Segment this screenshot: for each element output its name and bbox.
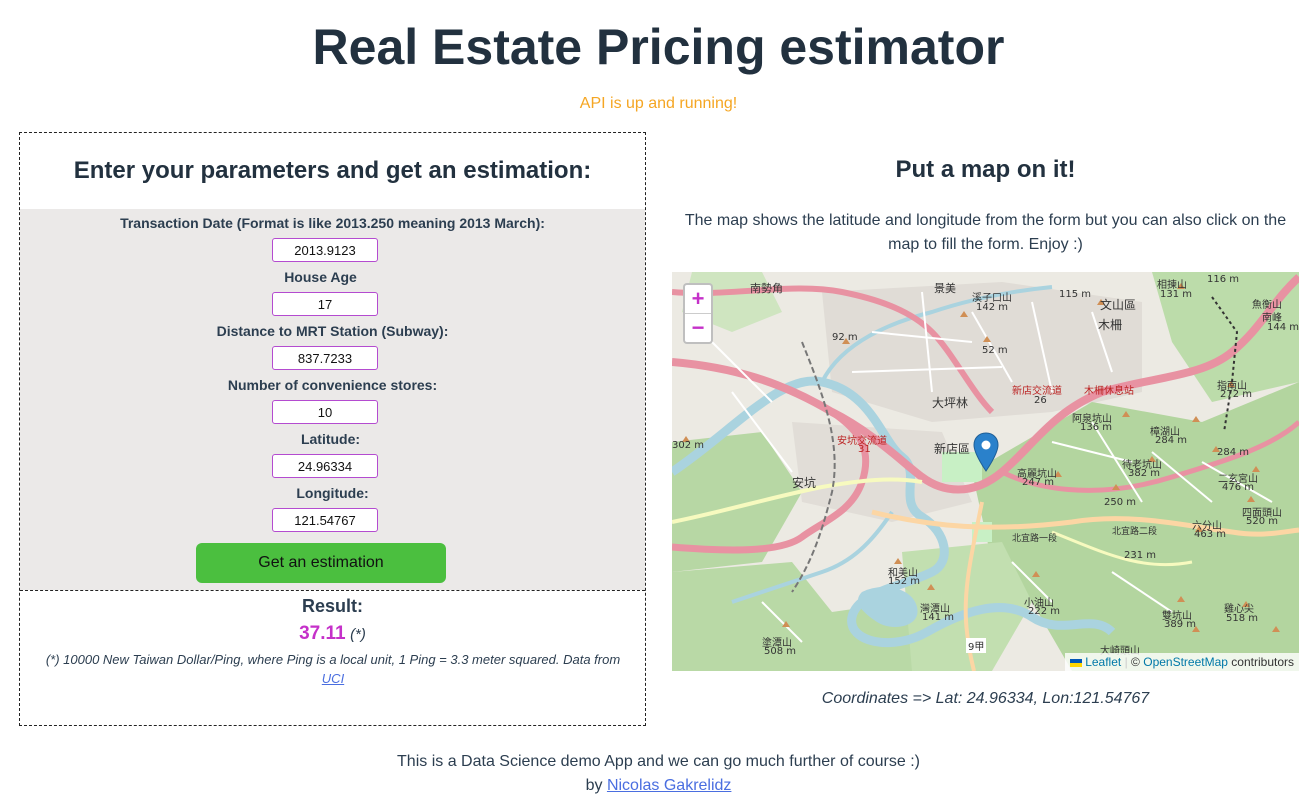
map-label: 284 m [1155,435,1188,446]
map-label: 463 m [1194,529,1227,540]
map-label: 115 m [1059,289,1092,300]
map-label: 284 m [1217,447,1250,458]
page-title: Real Estate Pricing estimator [312,19,1005,75]
api-status: API is up and running! [579,95,738,112]
map-label: 北宜路二段 [1112,527,1158,537]
map-label: 518 m [1226,613,1259,624]
footer: This is a Data Science demo App and we c… [0,750,1313,798]
result-note-mark: (*) [350,626,366,643]
map-label: 142 m [976,302,1009,313]
map-label: 476 m [1222,482,1255,493]
ukraine-flag-icon [1069,658,1082,667]
map-label: 南勢角 [750,282,783,295]
map-view[interactable]: 南勢角 景美 溪子口山 142 m 115 m 文山區 木柵 相揀山 131 m… [672,272,1299,671]
map-label: 302 m [672,440,705,451]
transaction-date-input[interactable] [272,238,378,262]
map-label: 安坑 [792,476,817,490]
transaction-date-label: Transaction Date (Format is like 2013.25… [120,215,545,231]
map-label: 木柵休息站 [1084,386,1134,397]
stores-label: Number of convenience stores: [227,377,438,393]
attribution-contributors: contributors [1231,655,1294,669]
map-label: 141 m [922,612,955,623]
longitude-label: Longitude: [296,485,369,501]
map-label: 北宜路一段 [1012,534,1058,544]
form-panel: Enter your parameters and get an estimat… [19,132,646,726]
openstreetmap-link[interactable]: OpenStreetMap [1143,655,1228,669]
stores-input[interactable] [272,400,378,424]
map-pin-icon[interactable] [973,432,999,472]
map-label: 152 m [888,576,921,587]
map-label: 136 m [1080,422,1113,433]
attribution-copyright: © [1131,655,1140,669]
leaflet-link[interactable]: Leaflet [1085,655,1121,669]
map-label: 250 m [1104,497,1137,508]
zoom-out-button[interactable]: − [685,314,711,342]
result-footnote: (*) 10000 New Taiwan Dollar/Ping, where … [26,650,640,688]
map-label: 231 m [1124,550,1157,561]
house-age-input[interactable] [272,292,378,316]
latitude-input[interactable] [272,454,378,478]
map-label: 9甲 [966,638,987,653]
longitude-input[interactable] [272,508,378,532]
map-heading: Put a map on it! [895,156,1076,183]
mrt-distance-label: Distance to MRT Station (Subway): [216,323,449,339]
result-heading: Result: [301,596,363,616]
map-label: 景美 [934,282,956,295]
uci-link[interactable]: UCI [322,671,344,686]
form-heading: Enter your parameters and get an estimat… [73,157,592,184]
footer-by: by [585,777,603,794]
map-label: 508 m [764,646,797,657]
result-value: 37.11 [299,623,346,644]
map-label: 52 m [982,345,1008,356]
map-label: 272 m [1220,389,1253,400]
map-attribution: Leaflet | © OpenStreetMap contributors [1064,653,1299,671]
map-label: 文山區 [1100,298,1137,312]
map-label: 247 m [1022,477,1055,488]
zoom-control: + − [683,283,713,344]
zoom-in-button[interactable]: + [685,285,711,314]
mrt-distance-input[interactable] [272,346,378,370]
get-estimation-button[interactable]: Get an estimation [196,543,446,583]
map-label: 144 m [1267,322,1299,333]
map-label: 520 m [1246,516,1279,527]
map-label: 31 [858,444,871,455]
map-label: 222 m [1028,606,1061,617]
map-label: 木柵 [1098,318,1123,332]
result-area: Result: 37.11 (*) (*) 10000 New Taiwan D… [20,590,645,726]
coordinates-readout: Coordinates => Lat: 24.96334, Lon:121.54… [821,690,1150,707]
map-label: 131 m [1160,289,1193,300]
result-footnote-text: (*) 10000 New Taiwan Dollar/Ping, where … [45,652,621,667]
map-label: 大坪林 [932,396,969,410]
footer-text: This is a Data Science demo App and we c… [397,753,920,770]
form-body: Transaction Date (Format is like 2013.25… [20,209,645,590]
map-label: 92 m [832,332,858,343]
map-label: 26 [1034,395,1047,406]
result-line: 37.11 (*) [20,623,645,645]
map-label: 382 m [1128,468,1161,479]
latitude-label: Latitude: [300,431,361,447]
map-description: The map shows the latitude and longitude… [684,212,1287,253]
attribution-separator: | [1124,655,1128,669]
map-label: 389 m [1164,619,1197,630]
map-label: 116 m [1207,274,1240,285]
house-age-label: House Age [284,269,357,285]
author-link[interactable]: Nicolas Gakrelidz [607,777,731,794]
map-label: 新店區 [934,442,971,456]
footer-byline: by Nicolas Gakrelidz [0,774,1313,798]
